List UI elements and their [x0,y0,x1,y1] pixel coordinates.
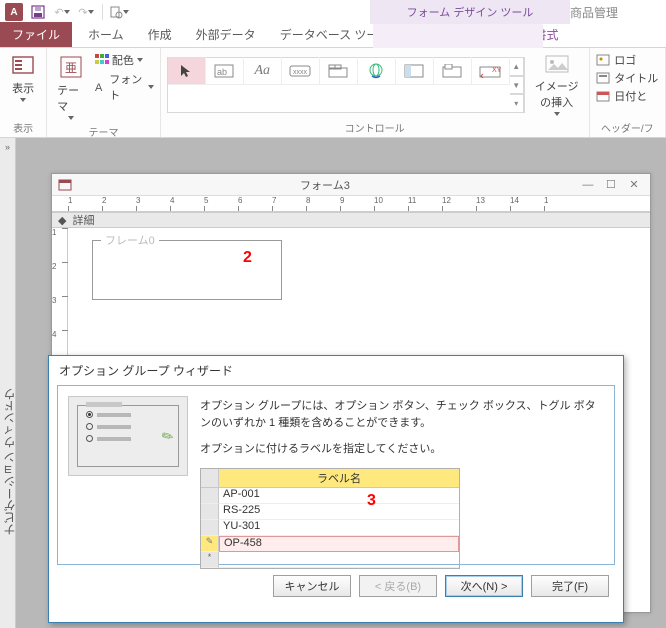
app-icon: A [4,2,24,22]
logo-button[interactable]: ロゴ [596,52,658,68]
gallery-down-icon[interactable]: ▼ [510,76,524,95]
cancel-button[interactable]: キャンセル [273,575,351,597]
title-icon [596,72,610,84]
wizard-labels-grid[interactable]: ラベル名 AP-001 RS-225 YU-301 ✎OP-458 [200,468,460,569]
label-cell-new[interactable] [219,552,459,568]
views-button[interactable]: 表示 [7,52,39,104]
wizard-preview-image: ✎ [68,396,188,476]
wizard-buttons: キャンセル < 戻る(B) 次へ(N) > 完了(F) [49,565,623,597]
gallery-up-icon[interactable]: ▲ [510,57,524,76]
form-icon [58,179,72,191]
group-views-label: 表示 [13,118,33,135]
section-bar-detail[interactable]: ◆ 詳細 [52,212,650,228]
view-icon [11,54,35,78]
datetime-button[interactable]: 日付と [596,88,658,104]
navigation-tool-icon[interactable] [396,57,434,85]
save-icon[interactable] [28,2,48,22]
wizard-intro-1: オプション グループには、オプション ボタン、チェック ボックス、トグル ボタン… [200,398,604,431]
calendar-icon [596,90,610,102]
app-title: 商品管理 [570,4,618,21]
next-button[interactable]: 次へ(N) > [445,575,523,597]
controls-gallery[interactable]: ab Aa xxxx XYZ ▲ ▼ ▾ [167,57,525,113]
row-selector[interactable] [201,488,219,504]
group-header-label: ヘッダー/フ [601,118,654,135]
option-group-wizard-dialog: オプション グループ ウィザード ✎ オプション グループには、オプション ボタ… [48,355,624,623]
option-group-frame[interactable]: フレーム0 2 [92,240,282,300]
navigation-pane[interactable]: » ナビゲーション ウィンドウ [0,138,16,628]
row-selector[interactable] [201,504,219,520]
annotation-3: 3 [367,492,376,510]
maximize-button[interactable]: ☐ [601,178,621,191]
section-label: 詳細 [72,212,94,228]
tab-home[interactable]: ホーム [76,22,136,47]
print-preview-icon[interactable] [109,2,129,22]
grid-header-label: ラベル名 [219,469,459,488]
button-tool-icon[interactable]: xxxx [282,57,320,85]
label-cell[interactable]: AP-001 [219,488,459,504]
contextual-tab-label: フォーム デザイン ツール [370,0,570,24]
themes-icon: 亜 [58,54,84,80]
close-button[interactable]: ✕ [624,178,644,191]
label-cell[interactable]: YU-301 [219,520,459,536]
expand-navpane-icon[interactable]: » [0,138,15,156]
group-controls-label: コントロール [345,118,405,135]
minimize-button[interactable]: — [578,179,598,191]
tab-create[interactable]: 作成 [136,22,184,47]
back-button: < 戻る(B) [359,575,437,597]
finish-button[interactable]: 完了(F) [531,575,609,597]
wizard-title: オプション グループ ウィザード [49,356,623,385]
fonts-button[interactable]: Aフォント [95,71,154,103]
group-themes-label: テーマ [88,122,118,139]
form-title: フォーム3 [72,177,578,193]
ribbon-tabs: ファイル ホーム 作成 外部データ データベース ツール デザイン 配置 書式 [0,24,666,48]
gallery-more-icon[interactable]: ▾ [510,94,524,113]
tab-external[interactable]: 外部データ [184,22,268,47]
palette-icon [95,54,109,66]
horizontal-ruler: 12345678910111213141 [52,196,650,212]
wizard-intro-2: オプションに付けるラベルを指定してください。 [200,441,604,458]
wizard-body: ✎ オプション グループには、オプション ボタン、チェック ボックス、トグル ボ… [57,385,615,565]
option-group-tool-icon[interactable] [434,57,472,85]
form-titlebar: フォーム3 — ☐ ✕ [52,174,650,196]
section-toggle-icon: ◆ [58,214,66,227]
themes-button[interactable]: 亜 テーマ [53,52,89,122]
svg-text:XYZ: XYZ [492,67,501,74]
logo-icon [596,54,610,66]
textbox-tool-icon[interactable]: ab [206,57,244,85]
tab-file[interactable]: ファイル [0,22,72,47]
row-selector-current[interactable]: ✎ [201,536,219,552]
title-button[interactable]: タイトル [596,70,658,86]
svg-text:xxxx: xxxx [293,69,308,76]
colors-button[interactable]: 配色 [95,52,154,68]
hyperlink-tool-icon[interactable] [358,57,396,85]
label-cell-editing[interactable]: OP-458 [219,536,459,552]
insert-image-label: イメージ の挿入 [535,78,579,110]
image-icon [544,54,570,76]
themes-label: テーマ [57,82,85,114]
row-selector-new[interactable] [201,552,219,568]
font-icon: A [95,81,106,93]
svg-text:亜: 亜 [65,61,77,75]
undo-icon[interactable]: ↶ [52,2,72,22]
label-tool-icon[interactable]: Aa [244,57,282,85]
row-selector[interactable] [201,520,219,536]
views-label: 表示 [12,80,34,96]
option-button-tool-icon[interactable]: XYZ [472,57,510,85]
annotation-2: 2 [243,249,252,267]
insert-image-button[interactable]: イメージ の挿入 [531,52,583,118]
label-cell[interactable]: RS-225 [219,504,459,520]
select-tool-icon[interactable] [168,57,206,85]
svg-text:ab: ab [217,67,227,77]
frame-caption: フレーム0 [101,232,159,248]
redo-icon[interactable]: ↷ [76,2,96,22]
tab-control-icon[interactable] [320,57,358,85]
svg-text:A: A [95,82,103,93]
ribbon: 表示 表示 亜 テーマ 配色 Aフォント テーマ ab Aa [0,48,666,138]
